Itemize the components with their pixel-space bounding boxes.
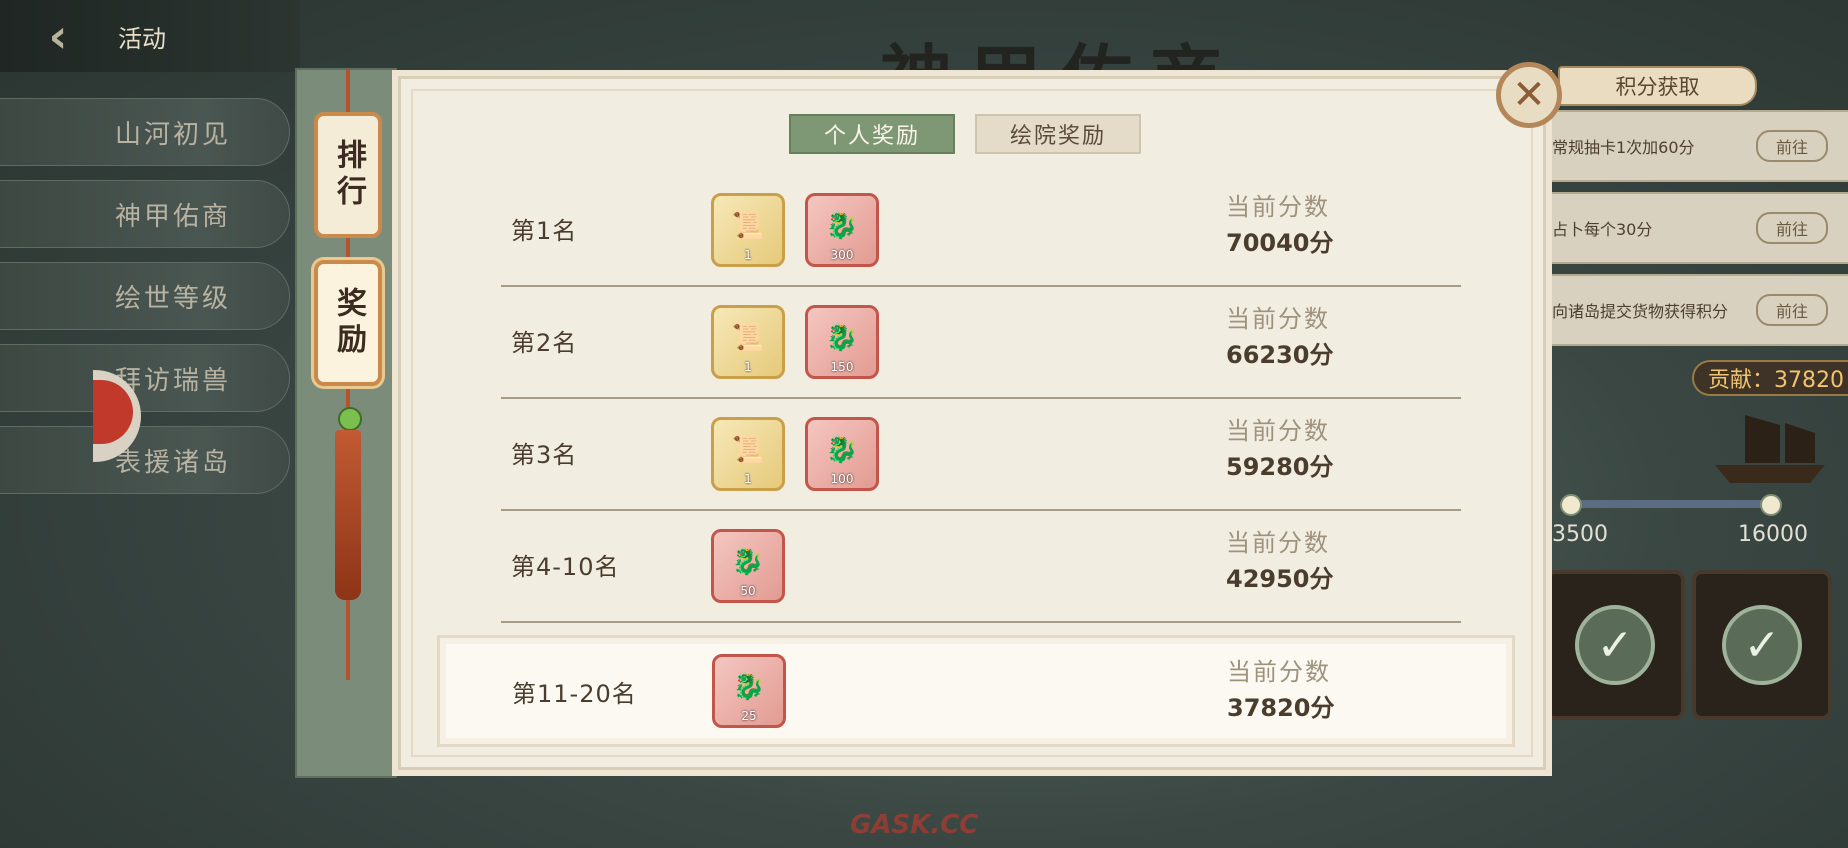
rank-name: 第4-10名: [511, 553, 620, 581]
points-panel-title: 积分获取: [1558, 66, 1757, 106]
reward-type-tabs: 个人奖励 绘院奖励: [789, 114, 1141, 154]
milestone-label: 3500: [1552, 522, 1608, 547]
tab-ranking[interactable]: 排行: [314, 112, 382, 238]
reward-item[interactable]: 🐉 300: [805, 193, 879, 267]
my-rank-row: 第11-20名 🐉 25 当前分数 37820分: [437, 635, 1515, 747]
score-value: 70040分: [1226, 229, 1334, 257]
check-icon: ✓: [1722, 605, 1802, 685]
tab-rewards[interactable]: 奖励: [314, 260, 382, 386]
points-task-text: 向诸岛提交货物获得积分: [1552, 302, 1729, 321]
score-value: 59280分: [1226, 453, 1334, 481]
watermark-logo: GASK.CC: [850, 810, 979, 840]
back-button[interactable]: ‹: [28, 6, 88, 66]
progress-track: [1560, 494, 1782, 516]
reward-chest[interactable]: ✓: [1545, 570, 1685, 720]
rank-name: 第3名: [511, 441, 578, 469]
item-count: 300: [830, 248, 854, 262]
sidebar-item-label: 绘世等级: [115, 283, 232, 314]
go-button[interactable]: 前往: [1756, 130, 1828, 162]
dragon-icon: 🐉: [825, 435, 859, 465]
score-label: 当前分数: [1226, 193, 1330, 221]
tassel-icon: [335, 430, 361, 600]
rank-row: 第4-10名 🐉 50 当前分数 42950分: [501, 511, 1461, 623]
contribution-badge: 贡献：37820: [1692, 360, 1848, 396]
scroll-icon: 📜: [731, 323, 765, 353]
dragon-icon: 🐉: [731, 547, 765, 577]
reward-item[interactable]: 📜 1: [711, 193, 785, 267]
scroll-rail: 排行 奖励: [295, 68, 397, 778]
item-count: 1: [744, 472, 752, 486]
score-label: 当前分数: [1226, 529, 1330, 557]
reward-item[interactable]: 📜 1: [711, 305, 785, 379]
points-task-row: 常规抽卡1次加60分 前往: [1530, 110, 1848, 182]
item-count: 1: [744, 248, 752, 262]
points-task-row: 占卜每个30分 前往: [1530, 192, 1848, 264]
points-task-text: 占卜每个30分: [1552, 220, 1653, 239]
rewards-modal: 个人奖励 绘院奖励 第1名 📜 1 🐉 300 当前分数 70040分 第2名 📜 1…: [398, 76, 1546, 770]
rank-name: 第2名: [511, 329, 578, 357]
points-task-text: 常规抽卡1次加60分: [1552, 138, 1695, 157]
page-title: 活动: [118, 24, 166, 53]
rank-row: 第3名 📜 1 🐉 100 当前分数 59280分: [501, 399, 1461, 511]
rank-row: 第2名 📜 1 🐉 150 当前分数 66230分: [501, 287, 1461, 399]
sidebar-item-shenjia[interactable]: 神甲佑商: [0, 180, 290, 248]
rank-reward-list[interactable]: 第1名 📜 1 🐉 300 当前分数 70040分 第2名 📜 1 🐉 150 当前分数…: [501, 175, 1461, 623]
jade-bead-icon: [338, 407, 362, 431]
item-count: 1: [744, 360, 752, 374]
go-button[interactable]: 前往: [1756, 294, 1828, 326]
dragon-icon: 🐉: [825, 323, 859, 353]
sidebar-item-zhudao[interactable]: 表援诸岛: [0, 426, 290, 494]
score-label: 当前分数: [1227, 658, 1331, 686]
rank-name: 第11-20名: [512, 680, 637, 708]
top-bar: ‹ 活动: [0, 0, 300, 72]
reward-item[interactable]: 🐉 100: [805, 417, 879, 491]
activity-sidebar: 山河初见 神甲佑商 绘世等级 拜访瑞兽 表援诸岛: [0, 98, 290, 508]
score-label: 当前分数: [1226, 417, 1330, 445]
score-label: 当前分数: [1226, 305, 1330, 333]
tab-personal-rewards[interactable]: 个人奖励: [789, 114, 955, 154]
item-count: 50: [740, 584, 756, 598]
item-count: 100: [830, 472, 854, 486]
close-icon: ✕: [1512, 72, 1546, 118]
score-value: 37820分: [1227, 694, 1335, 722]
reward-item[interactable]: 🐉 25: [712, 654, 786, 728]
dragon-icon: 🐉: [825, 211, 859, 241]
sidebar-item-label: 表援诸岛: [115, 447, 232, 478]
milestone-dot: [1760, 494, 1782, 516]
chevron-left-icon: ‹: [48, 9, 68, 63]
reward-item[interactable]: 🐉 50: [711, 529, 785, 603]
rank-row: 第1名 📜 1 🐉 300 当前分数 70040分: [501, 175, 1461, 287]
sidebar-item-huishi[interactable]: 绘世等级: [0, 262, 290, 330]
milestone-label: 16000: [1738, 522, 1808, 547]
milestone-dot: [1560, 494, 1582, 516]
score-value: 42950分: [1226, 565, 1334, 593]
check-icon: ✓: [1575, 605, 1655, 685]
reward-chest[interactable]: ✓: [1692, 570, 1832, 720]
scroll-icon: 📜: [731, 435, 765, 465]
sidebar-item-label: 山河初见: [115, 119, 232, 150]
score-value: 66230分: [1226, 341, 1334, 369]
item-count: 25: [741, 709, 757, 723]
ship-icon: [1715, 415, 1825, 483]
close-button[interactable]: ✕: [1496, 62, 1562, 128]
reward-item[interactable]: 🐉 150: [805, 305, 879, 379]
points-task-row: 向诸岛提交货物获得积分 前往: [1530, 274, 1848, 346]
tab-academy-rewards[interactable]: 绘院奖励: [975, 114, 1141, 154]
scroll-icon: 📜: [731, 211, 765, 241]
sidebar-item-baifang[interactable]: 拜访瑞兽: [0, 344, 290, 412]
reward-item[interactable]: 📜 1: [711, 417, 785, 491]
go-button[interactable]: 前往: [1756, 212, 1828, 244]
dragon-icon: 🐉: [732, 672, 766, 702]
item-count: 150: [830, 360, 854, 374]
sidebar-item-shanhe[interactable]: 山河初见: [0, 98, 290, 166]
rank-name: 第1名: [511, 217, 578, 245]
sidebar-item-label: 神甲佑商: [115, 201, 232, 232]
